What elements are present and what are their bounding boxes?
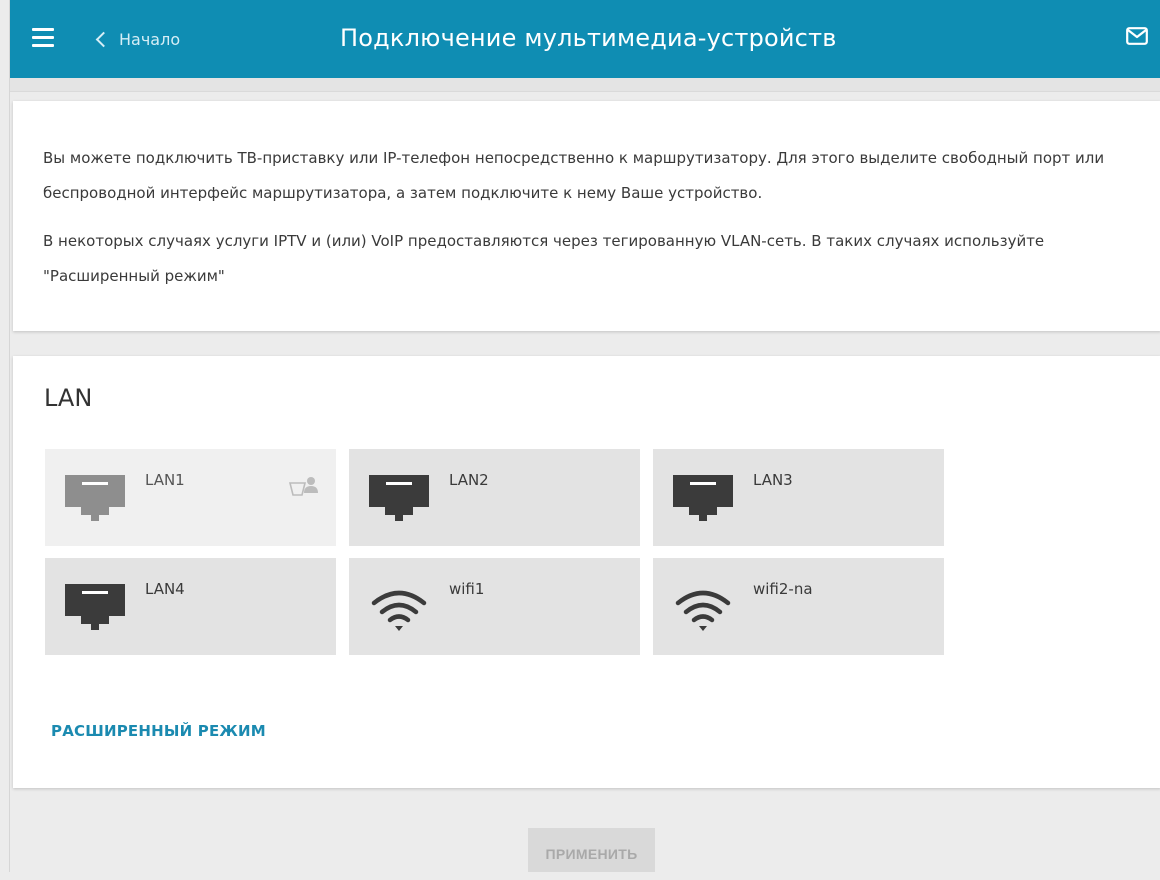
- page-title: Подключение мультимедиа-устройств: [340, 24, 837, 52]
- info-paragraph-vlan: В некоторых случаях услуги IPTV и (или) …: [43, 232, 1045, 285]
- apply-button[interactable]: ПРИМЕНИТЬ: [528, 828, 655, 872]
- wifi-icon: [675, 590, 731, 631]
- ethernet-port-icon: [673, 475, 733, 521]
- lan-section-title: LAN: [44, 384, 93, 412]
- info-paragraph-ports: Вы можете подключить ТВ-приставку или IP…: [43, 149, 1105, 202]
- back-link[interactable]: Начало: [94, 28, 180, 50]
- back-link-label: Начало: [119, 29, 181, 49]
- wifi-icon: [371, 590, 427, 631]
- interface-label: LAN1: [145, 471, 185, 489]
- ethernet-port-icon: [369, 475, 429, 521]
- header-shadow: [10, 78, 1160, 92]
- info-panel: Вы можете подключить ТВ-приставку или IP…: [13, 101, 1160, 331]
- envelope-icon[interactable]: [1126, 27, 1148, 45]
- ethernet-port-icon: [65, 475, 125, 521]
- interface-tile-wifi2-na[interactable]: wifi2-na: [653, 558, 944, 655]
- interface-tile-lan1[interactable]: LAN1: [45, 449, 336, 546]
- hamburger-menu-icon[interactable]: [32, 28, 54, 48]
- interface-tile-lan2[interactable]: LAN2: [349, 449, 640, 546]
- interface-tile-lan3[interactable]: LAN3: [653, 449, 944, 546]
- ethernet-port-icon: [65, 584, 125, 630]
- interface-label: wifi2-na: [753, 580, 813, 598]
- interface-tile-wifi1[interactable]: wifi1: [349, 558, 640, 655]
- lan-panel: LAN LAN1 LAN2 LAN3 LAN4 wifi1 wifi2-na Р…: [13, 356, 1160, 788]
- advanced-mode-link[interactable]: РАСШИРЕННЫЙ РЕЖИМ: [51, 722, 266, 740]
- interface-label: LAN3: [753, 471, 793, 489]
- connected-user-icon: [289, 477, 318, 496]
- interface-label: wifi1: [449, 580, 485, 598]
- chevron-left-icon: [95, 31, 112, 47]
- interface-tile-lan4[interactable]: LAN4: [45, 558, 336, 655]
- interface-label: LAN4: [145, 580, 185, 598]
- interface-label: LAN2: [449, 471, 489, 489]
- top-bar: Начало Подключение мультимедиа-устройств: [10, 0, 1160, 78]
- page-frame: Начало Подключение мультимедиа-устройств…: [9, 0, 1160, 872]
